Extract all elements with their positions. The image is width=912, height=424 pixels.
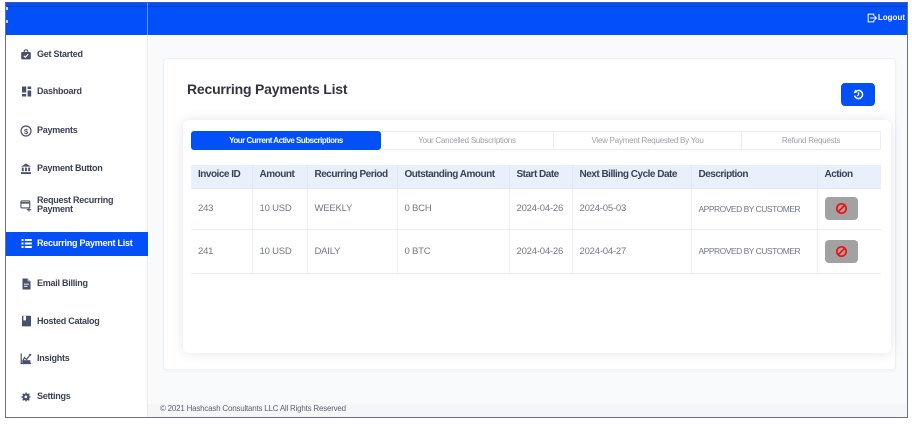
- svg-text:$: $: [24, 126, 29, 135]
